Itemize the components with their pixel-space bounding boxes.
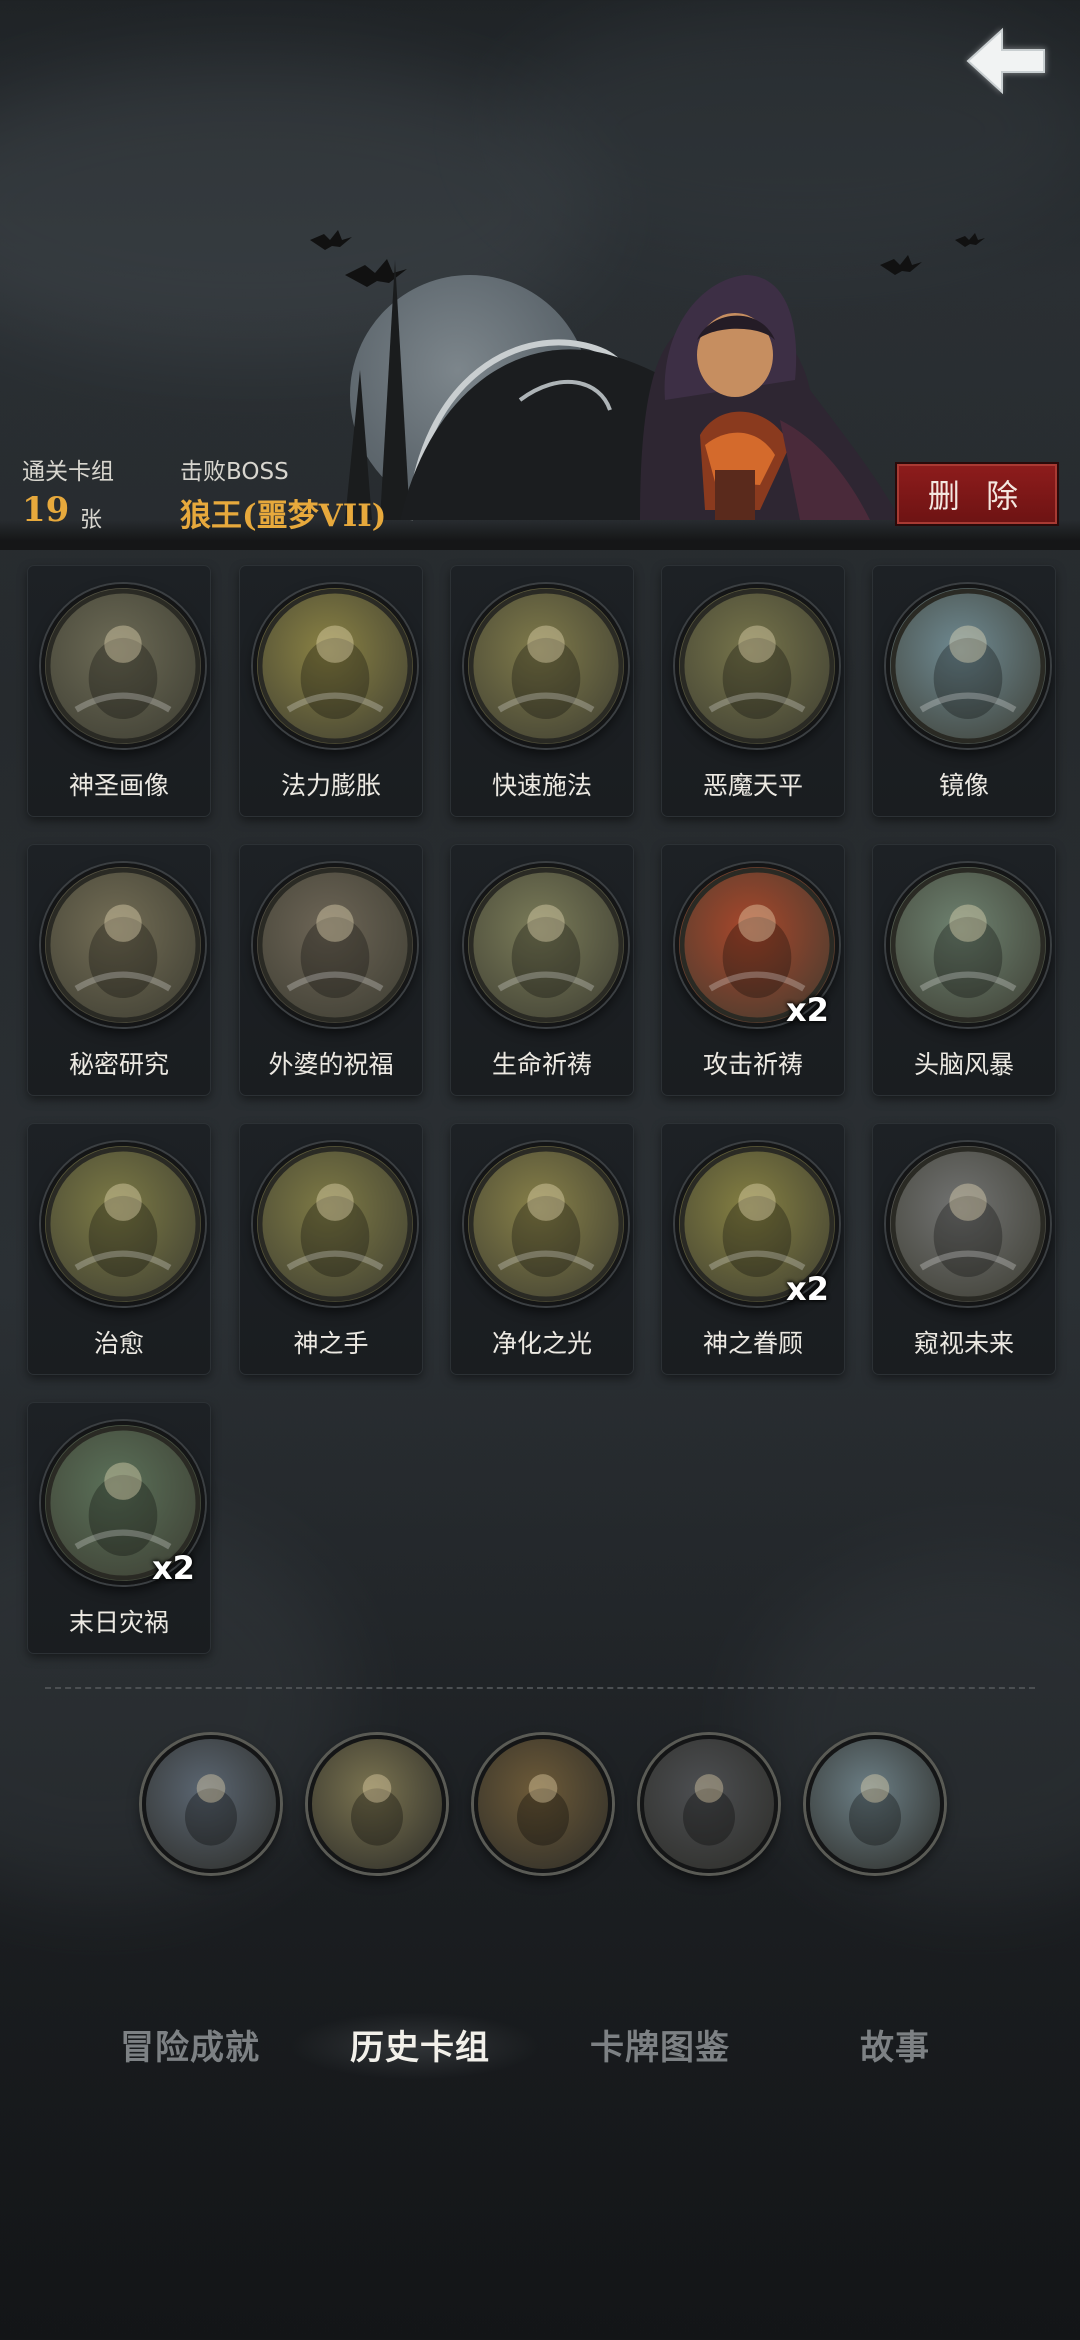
secret-research-icon — [41, 863, 205, 1027]
card-name: 外婆的祝福 — [268, 1050, 394, 1079]
card-item[interactable]: 窥视未来 — [873, 1124, 1055, 1374]
card-name: 末日灾祸 — [68, 1608, 169, 1637]
defeated-boss-label: 击败BOSS — [180, 459, 289, 485]
moon-relic-icon — [146, 1739, 276, 1869]
card-item[interactable]: 恶魔天平 — [662, 566, 844, 816]
quick-cast-icon — [464, 584, 628, 748]
boss-name: 狼王(噩梦VII) — [180, 498, 387, 534]
holy-portrait-icon — [41, 584, 205, 748]
card-unit: 张 — [80, 508, 103, 533]
card-item[interactable]: 攻击祈祷 x2 — [662, 845, 844, 1095]
card-copy-count: x2 — [786, 991, 829, 1029]
card-name: 攻击祈祷 — [702, 1050, 803, 1079]
card-item[interactable]: 生命祈祷 — [451, 845, 633, 1095]
relic-item[interactable] — [308, 1735, 446, 1873]
relic-item[interactable] — [142, 1735, 280, 1873]
card-name: 秘密研究 — [68, 1050, 169, 1079]
section-divider — [45, 1687, 1035, 1689]
card-count: 19 — [22, 490, 70, 530]
demon-scale-icon — [675, 584, 839, 748]
scroll-relic-icon — [312, 1739, 442, 1869]
card-name: 恶魔天平 — [702, 771, 803, 800]
tab-history-decks[interactable]: 历史卡组 — [325, 2020, 515, 2072]
life-prayer-icon — [464, 863, 628, 1027]
card-copy-count: x2 — [152, 1549, 195, 1587]
card-name: 神之眷顾 — [702, 1329, 803, 1358]
relic-item[interactable] — [806, 1735, 944, 1873]
card-item[interactable]: 镜像 — [873, 566, 1055, 816]
card-name: 头脑风暴 — [913, 1050, 1014, 1079]
mana-surge-icon — [253, 584, 417, 748]
tab-card-codex[interactable]: 卡牌图鉴 — [565, 2020, 755, 2072]
card-name: 净化之光 — [491, 1329, 592, 1358]
card-item[interactable]: 末日灾祸 x2 — [28, 1403, 210, 1653]
back-arrow-icon — [966, 27, 1046, 95]
cleared-deck-label: 通关卡组 — [22, 459, 114, 485]
card-name: 治愈 — [93, 1329, 144, 1358]
heal-icon — [41, 1142, 205, 1306]
hand-of-god-icon — [253, 1142, 417, 1306]
card-item[interactable]: 秘密研究 — [28, 845, 210, 1095]
card-item[interactable]: 头脑风暴 — [873, 845, 1055, 1095]
card-item[interactable]: 神之手 — [240, 1124, 422, 1374]
demon-relic-icon — [478, 1739, 608, 1869]
grandma-blessing-icon — [253, 863, 417, 1027]
tab-story[interactable]: 故事 — [800, 2020, 990, 2072]
foresight-icon — [886, 1142, 1050, 1306]
card-copy-count: x2 — [786, 1270, 829, 1308]
brainstorm-icon — [886, 863, 1050, 1027]
card-name: 快速施法 — [491, 771, 592, 800]
purifying-light-icon — [464, 1142, 628, 1306]
mirror-image-icon — [886, 584, 1050, 748]
back-button[interactable] — [958, 18, 1054, 104]
card-item[interactable]: 净化之光 — [451, 1124, 633, 1374]
card-name: 神之手 — [293, 1329, 369, 1358]
tab-adventure-achievements[interactable]: 冒险成就 — [95, 2020, 285, 2072]
hand-cards-relic-icon — [810, 1739, 940, 1869]
relic-item[interactable] — [640, 1735, 778, 1873]
card-name: 法力膨胀 — [280, 771, 381, 800]
priest-relic-icon — [644, 1739, 774, 1869]
card-name: 镜像 — [938, 771, 989, 800]
card-name: 生命祈祷 — [491, 1050, 592, 1079]
delete-button[interactable]: 删 除 — [895, 462, 1059, 526]
card-item[interactable]: 神圣画像 — [28, 566, 210, 816]
card-item[interactable]: 外婆的祝福 — [240, 845, 422, 1095]
card-item[interactable]: 法力膨胀 — [240, 566, 422, 816]
card-item[interactable]: 快速施法 — [451, 566, 633, 816]
card-item[interactable]: 治愈 — [28, 1124, 210, 1374]
card-name: 窥视未来 — [913, 1329, 1014, 1358]
relic-item[interactable] — [474, 1735, 612, 1873]
card-item[interactable]: 神之眷顾 x2 — [662, 1124, 844, 1374]
card-name: 神圣画像 — [68, 771, 169, 800]
